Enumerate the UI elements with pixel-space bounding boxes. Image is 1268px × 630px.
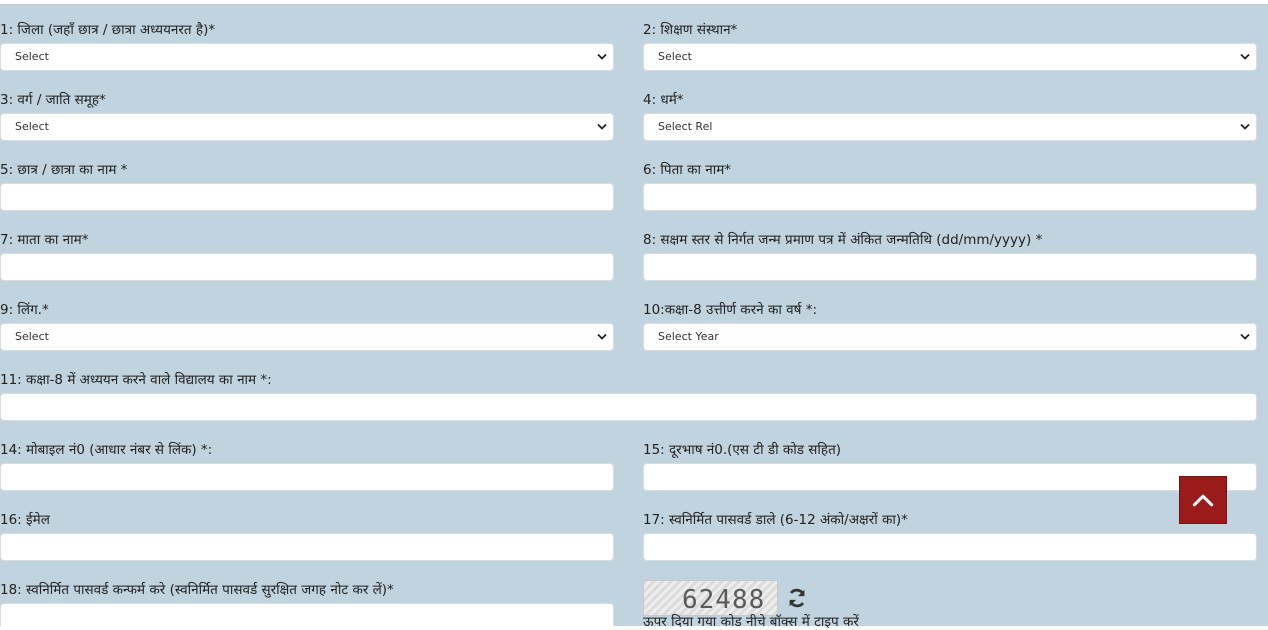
class8-year-label: 10:कक्षा-8 उत्तीर्ण करने का वर्ष *:: [643, 302, 818, 318]
mobile-input[interactable]: [0, 463, 614, 491]
mother-name-input[interactable]: [0, 253, 614, 281]
class8-school-label: 11: कक्षा-8 में अध्ययन करने वाले विद्याल…: [0, 372, 272, 388]
phone-input[interactable]: [643, 463, 1257, 491]
chevron-down-icon: [1240, 333, 1250, 340]
chevron-down-icon: [597, 333, 607, 340]
email-input[interactable]: [0, 533, 614, 561]
district-select[interactable]: Select: [0, 43, 614, 71]
confirm-password-input[interactable]: [0, 603, 614, 626]
chevron-down-icon: [1240, 53, 1250, 60]
institution-select-value: Select: [658, 50, 692, 63]
class8-year-select-value: Select Year: [658, 330, 719, 343]
student-name-input[interactable]: [0, 183, 614, 211]
religion-select-value: Select Rel: [658, 120, 713, 133]
category-select[interactable]: Select: [0, 113, 614, 141]
dob-input[interactable]: [643, 253, 1257, 281]
institution-select[interactable]: Select: [643, 43, 1257, 71]
chevron-down-icon: [597, 123, 607, 130]
class8-school-input[interactable]: [0, 393, 1257, 421]
email-label: 16: ईमेल: [0, 512, 50, 528]
religion-label: 4: धर्म*: [643, 92, 684, 108]
captcha-hint: ऊपर दिया गया कोड नीचे बॉक्स में टाइप करे…: [643, 614, 859, 630]
chevron-down-icon: [597, 53, 607, 60]
institution-label: 2: शिक्षण संस्थान*: [643, 22, 738, 38]
confirm-password-label: 18: स्वनिर्मित पासवर्ड कन्फर्म करे (स्वन…: [0, 582, 394, 598]
student-name-label: 5: छात्र / छात्रा का नाम *: [0, 162, 128, 178]
captcha-code: 62488: [682, 585, 766, 615]
father-name-label: 6: पिता का नाम*: [643, 162, 732, 178]
category-label: 3: वर्ग / जाति समूह*: [0, 92, 106, 108]
class8-year-select[interactable]: Select Year: [643, 323, 1257, 351]
chevron-down-icon: [1240, 123, 1250, 130]
district-label: 1: जिला (जहाँ छात्र / छात्रा अध्ययनरत है…: [0, 22, 216, 38]
mobile-label: 14: मोबाइल नं0 (आधार नंबर से लिंक) *:: [0, 442, 213, 458]
category-select-value: Select: [15, 120, 49, 133]
registration-form: 1: जिला (जहाँ छात्र / छात्रा अध्ययनरत है…: [0, 4, 1268, 626]
password-label: 17: स्वनिर्मित पासवर्ड डाले (6-12 अंको/अ…: [643, 512, 908, 528]
dob-label: 8: सक्षम स्तर से निर्गत जन्म प्रमाण पत्र…: [643, 232, 1043, 248]
back-to-top-button[interactable]: [1179, 476, 1227, 524]
phone-label: 15: दूरभाष नं0.(एस टी डी कोड सहित): [643, 442, 842, 458]
gender-select[interactable]: Select: [0, 323, 614, 351]
religion-select[interactable]: Select Rel: [643, 113, 1257, 141]
father-name-input[interactable]: [643, 183, 1257, 211]
mother-name-label: 7: माता का नाम*: [0, 232, 89, 248]
chevron-up-icon: [1192, 494, 1214, 507]
password-input[interactable]: [643, 533, 1257, 561]
gender-label: 9: लिंग.*: [0, 302, 49, 318]
district-select-value: Select: [15, 50, 49, 63]
gender-select-value: Select: [15, 330, 49, 343]
captcha-image: 62488: [643, 580, 778, 616]
refresh-icon[interactable]: [786, 587, 808, 609]
